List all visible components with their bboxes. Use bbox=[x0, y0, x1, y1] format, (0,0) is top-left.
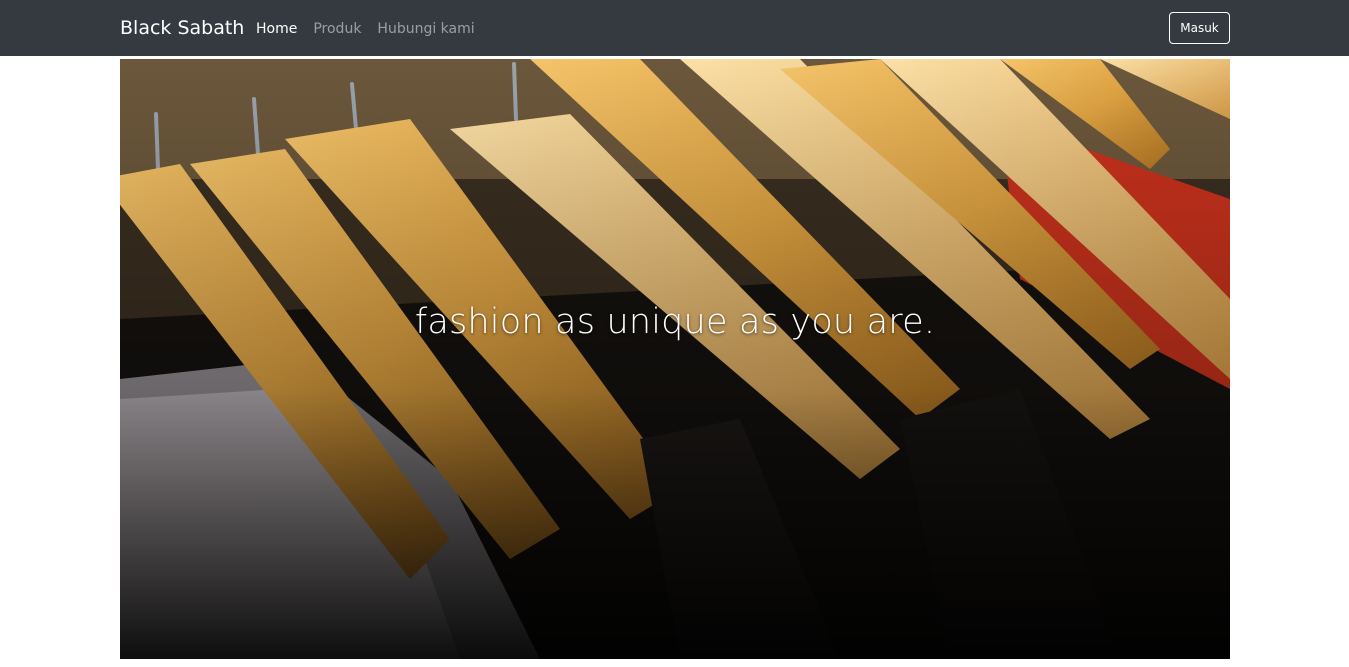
nav-link-home[interactable]: Home bbox=[256, 19, 297, 39]
nav-links: Home Produk Hubungi kami bbox=[256, 19, 475, 39]
brand-link[interactable]: Black Sabath bbox=[120, 15, 244, 41]
nav-link-hubungi-kami[interactable]: Hubungi kami bbox=[377, 19, 474, 39]
hero-banner: fashion as unique as you are. bbox=[120, 59, 1230, 659]
top-navbar: Black Sabath Home Produk Hubungi kami Ma… bbox=[0, 0, 1349, 56]
nav-link-produk[interactable]: Produk bbox=[313, 19, 361, 39]
hero-title: fashion as unique as you are. bbox=[414, 302, 936, 343]
hero-background-image bbox=[120, 59, 1230, 659]
login-button[interactable]: Masuk bbox=[1169, 12, 1230, 44]
